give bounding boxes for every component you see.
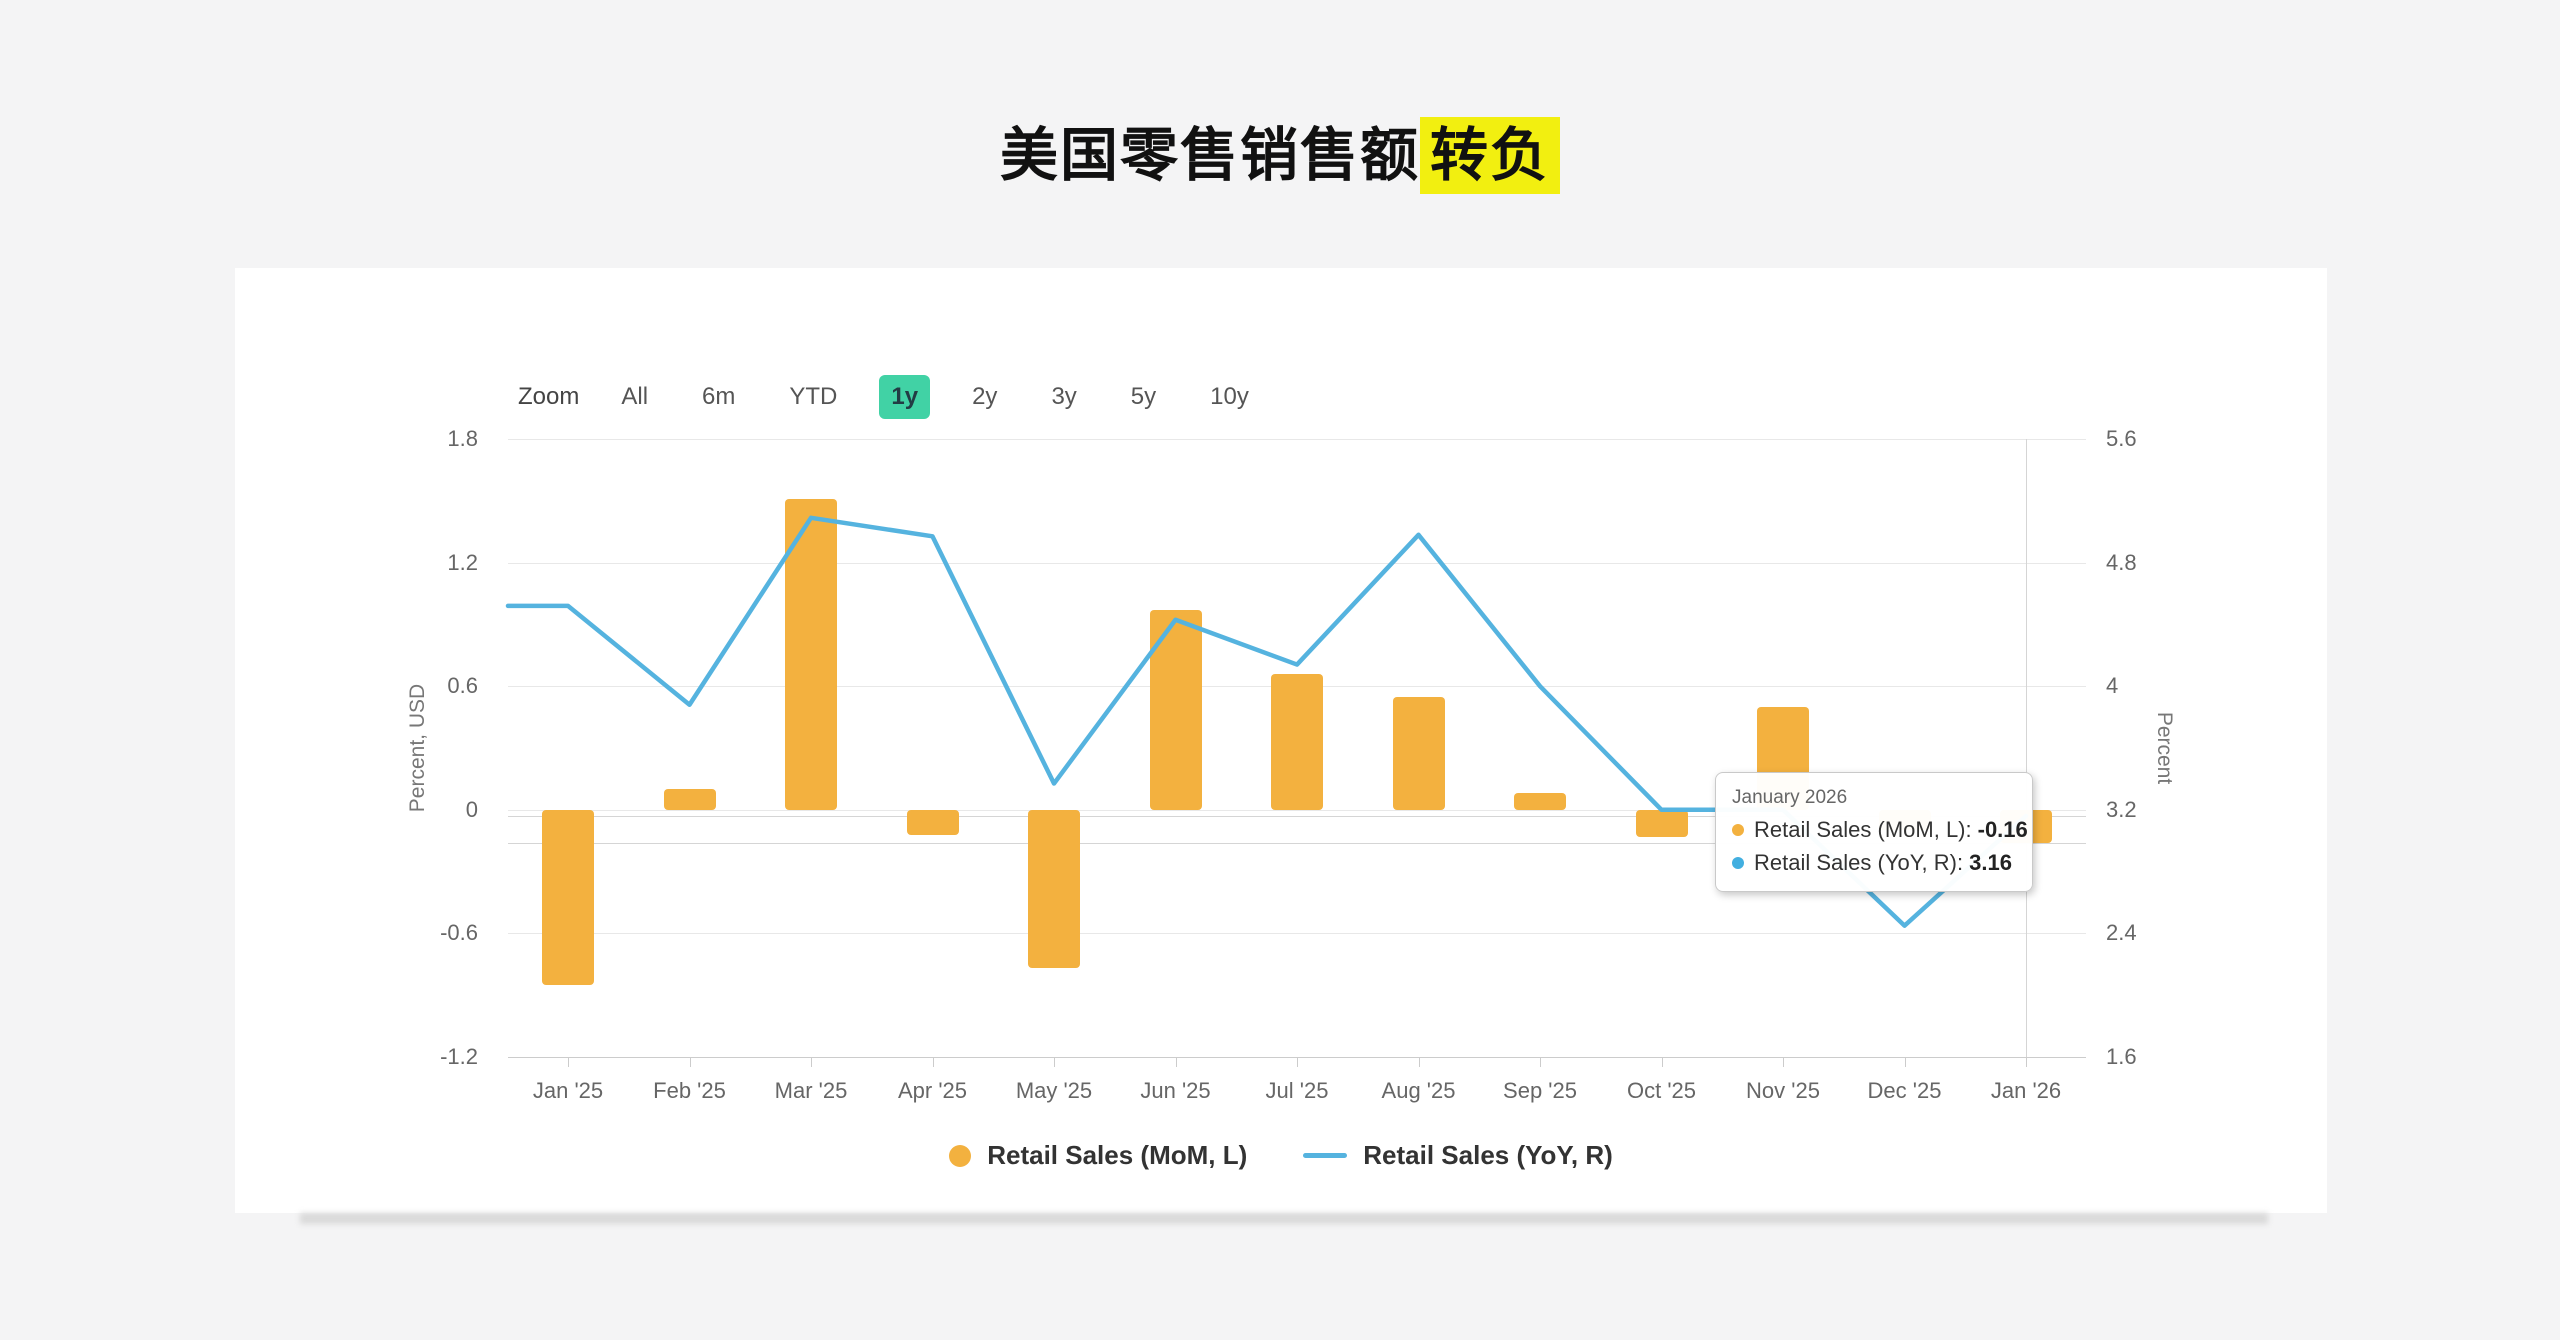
mom-bar[interactable] bbox=[785, 499, 837, 810]
legend-item-yoy[interactable]: Retail Sales (YoY, R) bbox=[1303, 1140, 1613, 1171]
x-axis-label: Jan '26 bbox=[1966, 1078, 2086, 1104]
tooltip-yoy-value: 3.16 bbox=[1969, 846, 2012, 879]
x-axis-tick bbox=[1540, 1057, 1541, 1067]
x-axis-tick bbox=[1783, 1057, 1784, 1067]
gridline bbox=[508, 563, 2086, 564]
x-axis-label: Mar '25 bbox=[751, 1078, 871, 1104]
page-title-highlight: 转负 bbox=[1420, 117, 1560, 194]
gridline bbox=[508, 933, 2086, 934]
left-axis-tick-label: 1.2 bbox=[408, 550, 478, 576]
right-axis-tick-label: 2.4 bbox=[2106, 920, 2137, 946]
zoom-range-button-ytd[interactable]: YTD bbox=[777, 375, 849, 419]
x-axis-label: Aug '25 bbox=[1359, 1078, 1479, 1104]
right-axis-tick-label: 4 bbox=[2106, 673, 2118, 699]
x-axis-label: Sep '25 bbox=[1480, 1078, 1600, 1104]
page-title: 美国零售销售额转负 bbox=[0, 108, 2560, 192]
mom-legend-marker-icon bbox=[949, 1145, 971, 1167]
right-axis-tick-label: 5.6 bbox=[2106, 426, 2137, 452]
x-axis-label: May '25 bbox=[994, 1078, 1114, 1104]
gridline bbox=[508, 439, 2086, 440]
mom-bar[interactable] bbox=[1271, 674, 1323, 810]
mom-bar[interactable] bbox=[907, 810, 959, 835]
x-axis-tick bbox=[1297, 1057, 1298, 1067]
tooltip-header: January 2026 bbox=[1732, 785, 2016, 811]
mom-series-dot-icon bbox=[1732, 824, 1744, 836]
panel-shadow bbox=[300, 1213, 2268, 1224]
page-title-text: 美国零售销售额 bbox=[1000, 123, 1420, 188]
tooltip-row-yoy: Retail Sales (YoY, R): 3.16 bbox=[1732, 846, 2016, 879]
tooltip-mom-label: Retail Sales (MoM, L): bbox=[1754, 813, 1972, 846]
mom-bar[interactable] bbox=[1393, 697, 1445, 810]
zoom-range-button-5y[interactable]: 5y bbox=[1119, 375, 1168, 419]
tooltip-row-mom: Retail Sales (MoM, L): -0.16 bbox=[1732, 813, 2016, 846]
mom-bar[interactable] bbox=[1636, 810, 1688, 837]
x-axis-tick bbox=[933, 1057, 934, 1067]
tooltip-mom-value: -0.16 bbox=[1978, 813, 2028, 846]
x-axis-tick bbox=[1054, 1057, 1055, 1067]
legend-yoy-label: Retail Sales (YoY, R) bbox=[1363, 1140, 1613, 1171]
x-axis-label: Jan '25 bbox=[508, 1078, 628, 1104]
chart-tooltip: January 2026 Retail Sales (MoM, L): -0.1… bbox=[1715, 772, 2033, 892]
x-axis-label: Oct '25 bbox=[1602, 1078, 1722, 1104]
yoy-series-dot-icon bbox=[1732, 857, 1744, 869]
x-axis-tick bbox=[1419, 1057, 1420, 1067]
zoom-range-button-6m[interactable]: 6m bbox=[690, 375, 747, 419]
x-axis-tick bbox=[690, 1057, 691, 1067]
right-axis-title: Percent bbox=[2152, 712, 2176, 784]
mom-bar[interactable] bbox=[664, 789, 716, 810]
right-axis-tick-label: 4.8 bbox=[2106, 550, 2137, 576]
x-axis-label: Nov '25 bbox=[1723, 1078, 1843, 1104]
x-axis-tick bbox=[1905, 1057, 1906, 1067]
x-axis-tick bbox=[1662, 1057, 1663, 1067]
left-axis-title: Percent, USD bbox=[406, 684, 430, 812]
mom-bar[interactable] bbox=[1028, 810, 1080, 969]
legend-item-mom[interactable]: Retail Sales (MoM, L) bbox=[949, 1140, 1247, 1171]
x-axis-label: Jun '25 bbox=[1116, 1078, 1236, 1104]
zoom-label: Zoom bbox=[518, 383, 579, 411]
x-axis-tick bbox=[568, 1057, 569, 1067]
chart-legend: Retail Sales (MoM, L) Retail Sales (YoY,… bbox=[235, 1140, 2327, 1171]
mom-bar[interactable] bbox=[1150, 610, 1202, 810]
zoom-range-button-all[interactable]: All bbox=[609, 375, 660, 419]
x-axis-tick bbox=[2026, 1057, 2027, 1067]
zoom-range-button-2y[interactable]: 2y bbox=[960, 375, 1009, 419]
x-axis-tick bbox=[1176, 1057, 1177, 1067]
right-axis-tick-label: 1.6 bbox=[2106, 1044, 2137, 1070]
page: 美国零售销售额转负 Zoom All 6m YTD 1y 2y 3y 5y 10y 1.8 5.… bbox=[0, 0, 2560, 1340]
zoom-range-button-1y[interactable]: 1y bbox=[879, 375, 930, 419]
mom-bar[interactable] bbox=[1514, 793, 1566, 809]
zoom-range-button-3y[interactable]: 3y bbox=[1039, 375, 1088, 419]
left-axis-tick-label: -0.6 bbox=[408, 920, 478, 946]
x-axis-label: Jul '25 bbox=[1237, 1078, 1357, 1104]
hover-crosshair-vertical bbox=[2026, 439, 2027, 1057]
x-axis-label: Apr '25 bbox=[873, 1078, 993, 1104]
right-axis-tick-label: 3.2 bbox=[2106, 797, 2137, 823]
zoom-controls: Zoom All 6m YTD 1y 2y 3y 5y 10y bbox=[518, 374, 1261, 420]
mom-bar[interactable] bbox=[542, 810, 594, 985]
x-axis-label: Feb '25 bbox=[630, 1078, 750, 1104]
x-axis-label: Dec '25 bbox=[1845, 1078, 1965, 1104]
tooltip-yoy-label: Retail Sales (YoY, R): bbox=[1754, 846, 1963, 879]
zoom-range-button-10y[interactable]: 10y bbox=[1198, 375, 1261, 419]
legend-mom-label: Retail Sales (MoM, L) bbox=[987, 1140, 1247, 1171]
left-axis-tick-label: -1.2 bbox=[408, 1044, 478, 1070]
yoy-legend-marker-icon bbox=[1303, 1153, 1347, 1158]
left-axis-tick-label: 1.8 bbox=[408, 426, 478, 452]
x-axis-tick bbox=[811, 1057, 812, 1067]
